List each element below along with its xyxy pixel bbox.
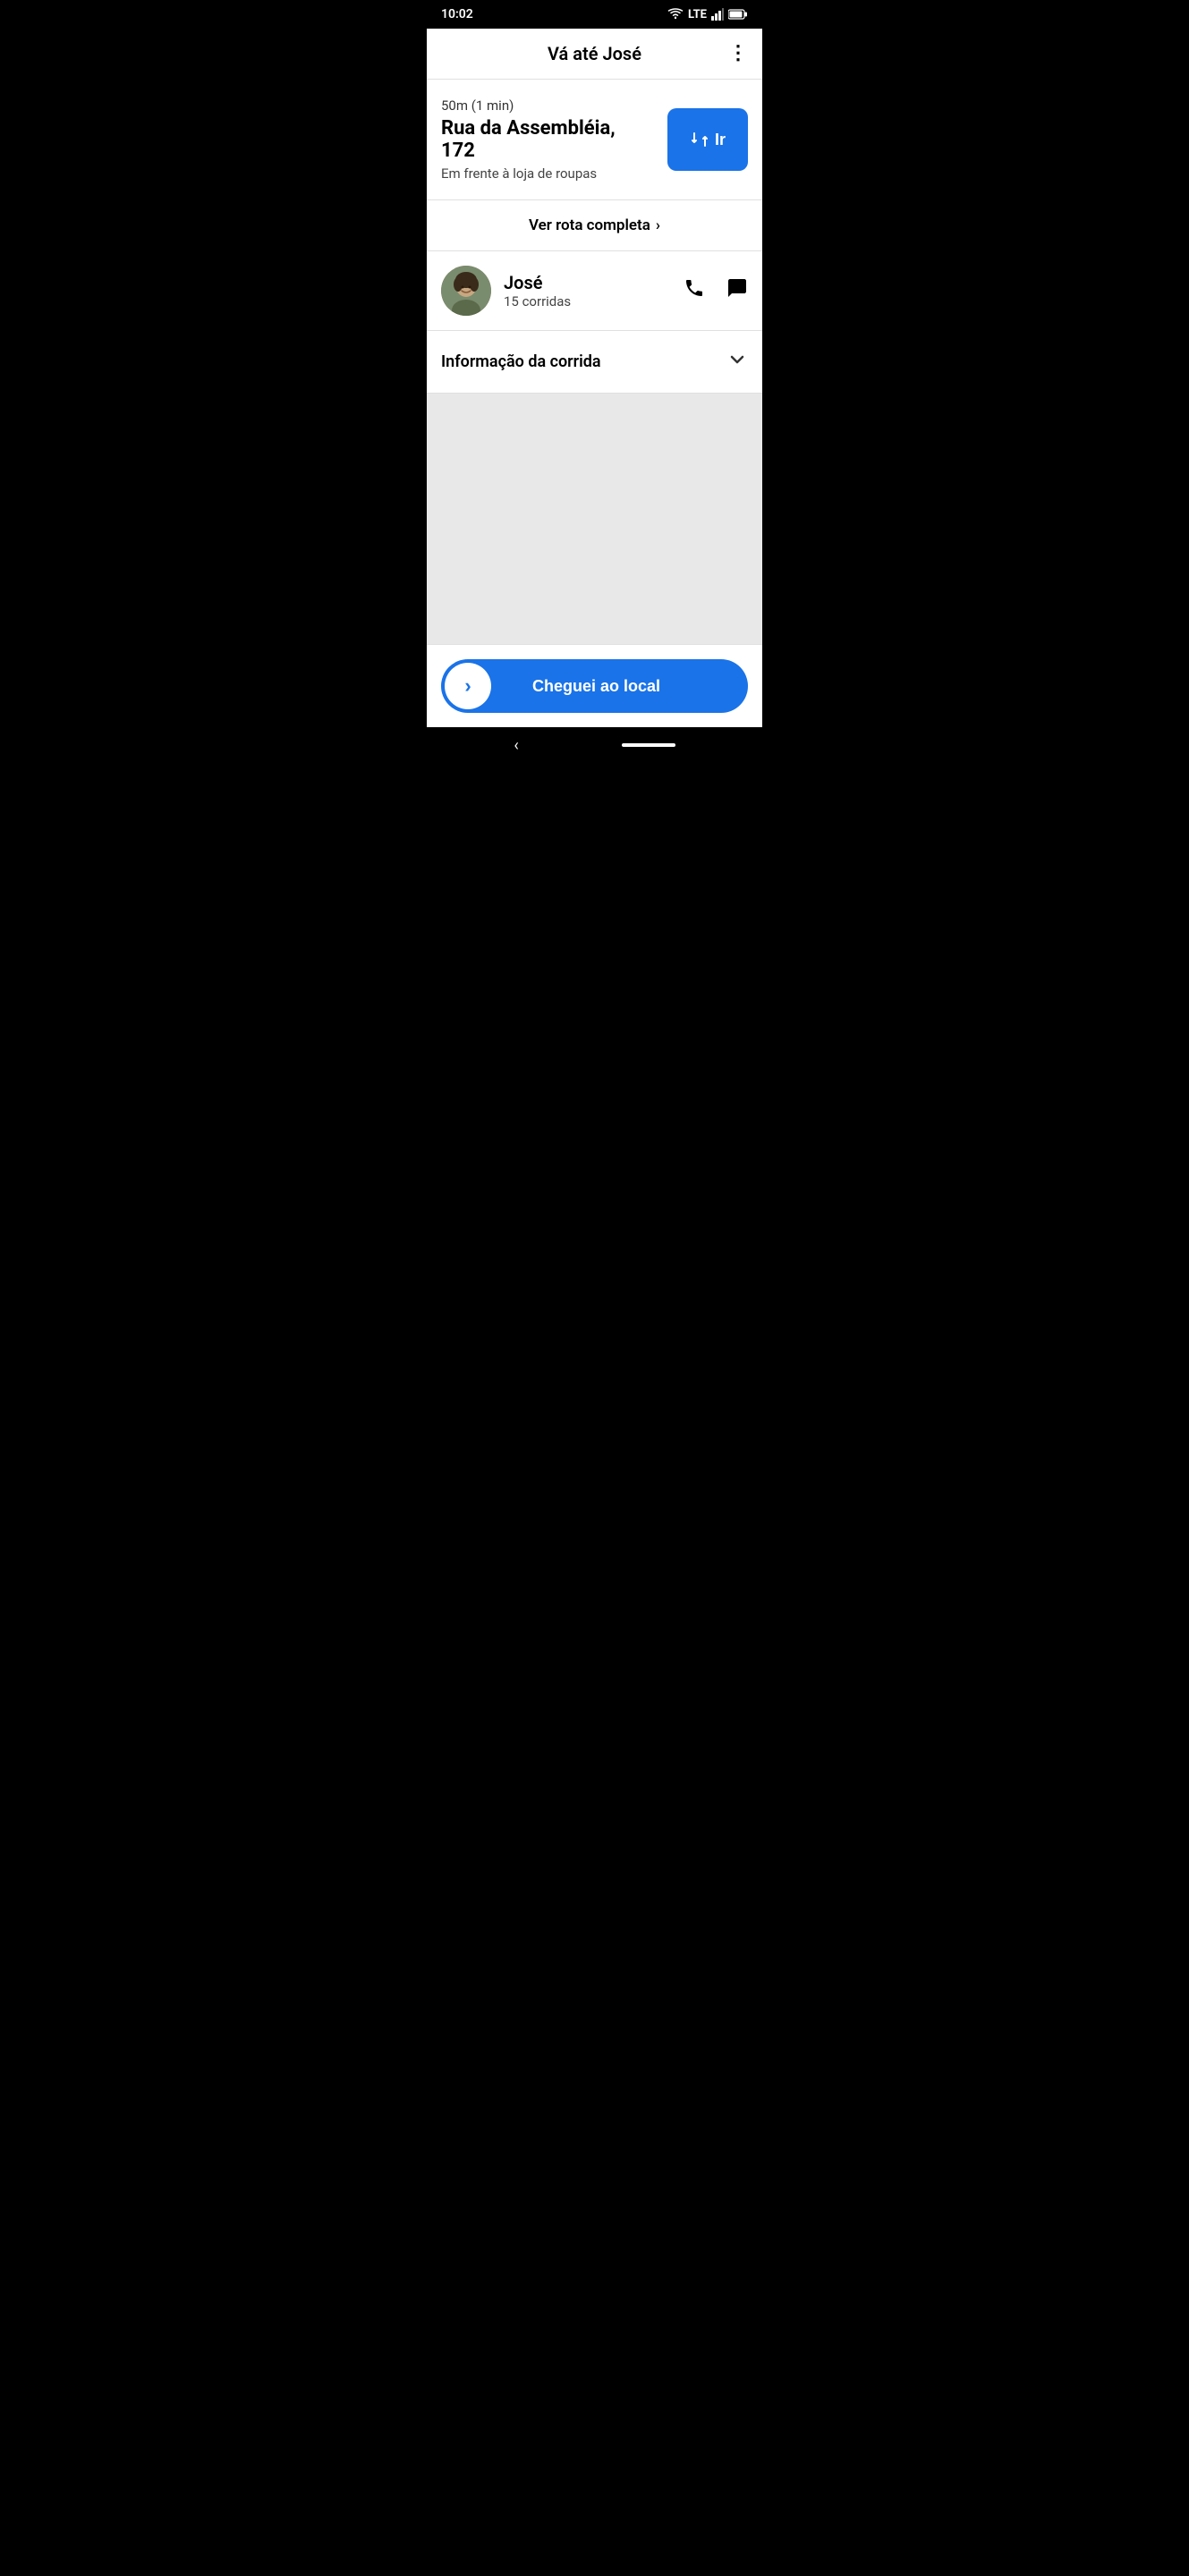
go-button-label: Ir <box>715 131 726 149</box>
message-icon <box>726 277 748 299</box>
phone-frame: 10:02 LTE <box>427 0 762 763</box>
ride-info-accordion[interactable]: Informação da corrida <box>427 331 762 394</box>
chevron-icon <box>726 349 748 370</box>
route-note: Em frente à loja de roupas <box>441 165 653 182</box>
arrived-button-arrow-icon: › <box>464 674 471 698</box>
chevron-down-icon <box>726 349 748 375</box>
arrived-button-circle: › <box>445 663 491 709</box>
ride-info-label: Informação da corrida <box>441 352 601 371</box>
route-details: 50m (1 min) Rua da Assembléia, 172 Em fr… <box>441 97 653 182</box>
route-info-section: 50m (1 min) Rua da Assembléia, 172 Em fr… <box>427 80 762 200</box>
avatar-image <box>441 266 491 316</box>
full-route-arrow-icon: › <box>656 216 660 234</box>
route-time-distance: 50m (1 min) <box>441 97 653 114</box>
more-options-button[interactable]: ⋮ <box>728 44 748 64</box>
wifi-icon <box>667 8 684 21</box>
header-title: Vá até José <box>548 43 641 64</box>
call-button[interactable] <box>684 277 705 304</box>
battery-icon <box>728 9 748 20</box>
arrived-button-label: Cheguei ao local <box>491 677 701 696</box>
status-icons: LTE <box>667 8 748 21</box>
signal-icon <box>711 8 724 21</box>
header: Vá até José ⋮ <box>427 29 762 80</box>
contact-icons <box>684 277 748 304</box>
phone-icon <box>684 277 705 299</box>
passenger-rides: 15 corridas <box>504 293 671 309</box>
full-route-text: Ver rota completa <box>529 216 650 234</box>
passenger-name: José <box>504 272 671 293</box>
status-time: 10:02 <box>441 7 473 21</box>
home-indicator <box>622 743 675 747</box>
back-button[interactable]: ‹ <box>514 736 518 755</box>
nav-bar: ‹ <box>427 727 762 763</box>
bottom-section: › Cheguei ao local <box>427 644 762 727</box>
message-button[interactable] <box>726 277 748 304</box>
passenger-details: José 15 corridas <box>504 272 671 309</box>
avatar <box>441 266 491 316</box>
status-bar: 10:02 LTE <box>427 0 762 29</box>
map-area <box>427 394 762 644</box>
arrived-button[interactable]: › Cheguei ao local <box>441 659 748 713</box>
route-swap-icon <box>690 130 709 149</box>
go-button[interactable]: Ir <box>667 108 748 171</box>
passenger-info-section: José 15 corridas <box>427 251 762 331</box>
full-route-link[interactable]: Ver rota completa › <box>427 200 762 251</box>
route-address: Rua da Assembléia, 172 <box>441 117 653 162</box>
lte-label: LTE <box>688 8 707 21</box>
